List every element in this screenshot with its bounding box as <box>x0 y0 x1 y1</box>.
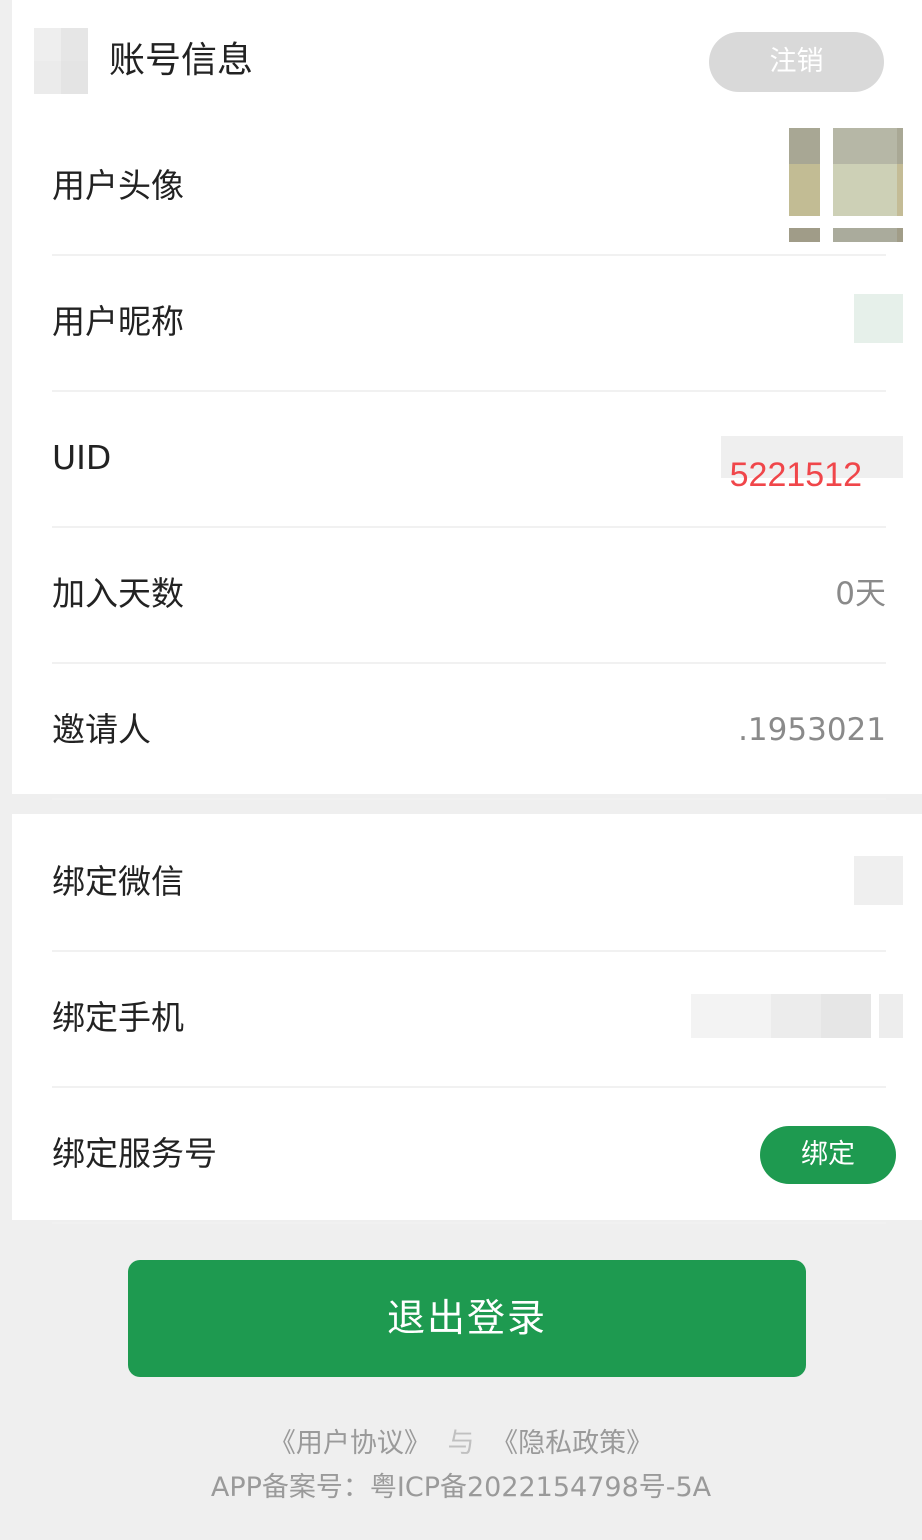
row-label: 用户昵称 <box>52 302 184 341</box>
row-label: 绑定服务号 <box>52 1134 217 1173</box>
binding-section: 绑定微信 绑定手机 绑定服务号 绑定 <box>12 814 922 1224</box>
row-label: UID <box>52 438 112 477</box>
account-info-section: 用户头像 用户昵称 UID 5221512 加入天数 0天 邀请人 .19530… <box>12 118 922 800</box>
row-join-days: 加入天数 0天 <box>52 526 886 664</box>
icp-record: APP备案号：粤ICP备2022154798号-5A <box>210 1472 712 1503</box>
page-title: 账号信息 <box>109 40 254 81</box>
row-avatar[interactable]: 用户头像 <box>52 118 903 256</box>
row-nickname[interactable]: 用户昵称 <box>52 254 903 392</box>
inviter-value: .1953021 <box>738 712 886 748</box>
uid-value: 5221512 <box>729 456 862 494</box>
privacy-policy-link[interactable]: 《隐私政策》 <box>491 1428 653 1459</box>
wechat-value <box>854 856 903 905</box>
bind-button[interactable]: 绑定 <box>760 1126 896 1184</box>
app-logo-icon <box>34 28 88 94</box>
logout-button[interactable]: 退出登录 <box>128 1260 806 1377</box>
avatar[interactable] <box>789 128 903 242</box>
row-bind-phone[interactable]: 绑定手机 <box>52 950 903 1088</box>
account-info-page: 账号信息 注销 用户头像 用户昵称 UID 5221512 加入天数 0天 邀请… <box>0 0 922 1540</box>
header: 账号信息 注销 <box>12 0 922 118</box>
footer-connector: 与 <box>447 1428 475 1459</box>
row-label: 绑定微信 <box>52 862 184 901</box>
row-label: 绑定手机 <box>52 998 184 1037</box>
footer-links: 《用户协议》 与 《隐私政策》 <box>0 1424 922 1464</box>
nickname-value <box>854 294 903 343</box>
row-bind-service-account: 绑定服务号 绑定 <box>52 1086 896 1224</box>
phone-redacted-block <box>691 994 903 1038</box>
row-uid: UID 5221512 <box>52 390 903 528</box>
row-label: 用户头像 <box>52 166 184 205</box>
row-label: 邀请人 <box>52 710 151 749</box>
deregister-button[interactable]: 注销 <box>709 32 884 92</box>
join-days-value: 0天 <box>835 576 886 612</box>
row-inviter: 邀请人 .1953021 <box>52 662 886 800</box>
row-bind-wechat[interactable]: 绑定微信 <box>52 814 903 952</box>
user-agreement-link[interactable]: 《用户协议》 <box>269 1428 431 1459</box>
row-label: 加入天数 <box>52 574 184 613</box>
